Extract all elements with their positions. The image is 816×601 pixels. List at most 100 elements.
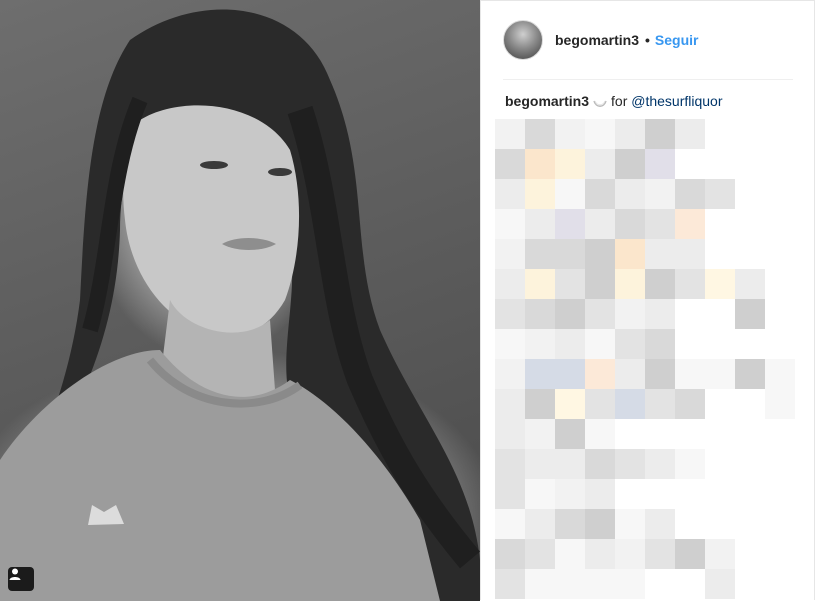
mosaic-tile	[495, 299, 525, 329]
mosaic-tile	[675, 179, 705, 209]
mosaic-tile	[645, 269, 675, 299]
mosaic-tile	[585, 479, 615, 509]
mosaic-tile	[585, 209, 615, 239]
mosaic-tile	[645, 239, 675, 269]
mosaic-tile	[765, 389, 795, 419]
mosaic-tile	[675, 359, 705, 389]
mosaic-tile	[645, 449, 675, 479]
mosaic-tile	[495, 269, 525, 299]
post-header: begomartin3 • Seguir	[503, 19, 793, 61]
mosaic-tile	[495, 509, 525, 539]
mosaic-tile	[645, 119, 675, 149]
mosaic-tile	[555, 419, 585, 449]
mosaic-tile	[705, 569, 735, 599]
mosaic-tile	[555, 269, 585, 299]
mosaic-tile	[555, 119, 585, 149]
post-photo[interactable]	[0, 0, 480, 601]
mosaic-tile	[555, 179, 585, 209]
mosaic-tile	[615, 149, 645, 179]
mosaic-tile	[585, 299, 615, 329]
mosaic-tile	[525, 449, 555, 479]
mosaic-tile	[495, 119, 525, 149]
mosaic-tile	[615, 209, 645, 239]
caption: begomartin3 for @thesurfliquor	[505, 93, 723, 109]
mosaic-tile	[555, 209, 585, 239]
mosaic-tile	[525, 569, 555, 599]
mosaic-tile	[645, 329, 675, 359]
mosaic-tile	[615, 299, 645, 329]
mosaic-tile	[675, 539, 705, 569]
mosaic-tile	[495, 239, 525, 269]
mosaic-tile	[585, 329, 615, 359]
mosaic-tile	[495, 569, 525, 599]
mosaic-tile	[555, 509, 585, 539]
caption-username-link[interactable]: begomartin3	[505, 93, 589, 109]
pixelated-comments-area	[495, 119, 815, 601]
mosaic-tile	[585, 569, 615, 599]
mosaic-tile	[705, 539, 735, 569]
follow-button[interactable]: Seguir	[655, 32, 699, 48]
mosaic-tile	[735, 269, 765, 299]
mosaic-tile	[555, 239, 585, 269]
post-sidebar: begomartin3 • Seguir begomartin3 for @the…	[480, 0, 815, 600]
mosaic-tile	[525, 329, 555, 359]
mosaic-tile	[585, 359, 615, 389]
mosaic-tile	[675, 119, 705, 149]
mosaic-tile	[495, 479, 525, 509]
mosaic-tile	[675, 239, 705, 269]
mosaic-tile	[615, 389, 645, 419]
avatar[interactable]	[503, 20, 543, 60]
mosaic-tile	[585, 509, 615, 539]
mosaic-tile	[495, 359, 525, 389]
mosaic-tile	[615, 509, 645, 539]
mosaic-tile	[645, 509, 675, 539]
mosaic-tile	[525, 509, 555, 539]
mosaic-tile	[495, 419, 525, 449]
mosaic-tile	[705, 179, 735, 209]
mosaic-tile	[585, 239, 615, 269]
mosaic-tile	[525, 479, 555, 509]
mosaic-tile	[525, 419, 555, 449]
mosaic-tile	[585, 179, 615, 209]
mosaic-tile	[555, 479, 585, 509]
mosaic-tile	[615, 269, 645, 299]
mention-link[interactable]: @thesurfliquor	[631, 93, 722, 109]
mosaic-tile	[525, 119, 555, 149]
mosaic-tile	[705, 359, 735, 389]
mosaic-tile	[495, 209, 525, 239]
mosaic-tile	[555, 449, 585, 479]
mosaic-tile	[525, 269, 555, 299]
mosaic-tile	[525, 239, 555, 269]
mosaic-tile	[735, 299, 765, 329]
moon-emoji-icon	[593, 96, 607, 108]
mosaic-tile	[585, 389, 615, 419]
mosaic-tile	[525, 389, 555, 419]
username-link[interactable]: begomartin3	[555, 32, 639, 48]
separator-dot: •	[645, 32, 650, 48]
mosaic-tile	[675, 269, 705, 299]
mosaic-tile	[615, 359, 645, 389]
person-tag-icon[interactable]	[8, 567, 34, 591]
mosaic-tile	[675, 389, 705, 419]
mosaic-tile	[645, 149, 675, 179]
mosaic-tile	[555, 389, 585, 419]
mosaic-tile	[555, 299, 585, 329]
mosaic-tile	[585, 539, 615, 569]
mosaic-tile	[555, 149, 585, 179]
mosaic-tile	[495, 449, 525, 479]
mosaic-tile	[525, 359, 555, 389]
mosaic-tile	[615, 179, 645, 209]
mosaic-tile	[705, 269, 735, 299]
mosaic-tile	[585, 419, 615, 449]
mosaic-tile	[645, 359, 675, 389]
mosaic-tile	[495, 329, 525, 359]
mosaic-tile	[495, 389, 525, 419]
header-divider	[503, 79, 793, 80]
mosaic-tile	[645, 179, 675, 209]
mosaic-tile	[525, 149, 555, 179]
mosaic-tile	[495, 149, 525, 179]
mosaic-tile	[615, 119, 645, 149]
mosaic-tile	[645, 299, 675, 329]
mosaic-tile	[525, 299, 555, 329]
mosaic-tile	[525, 539, 555, 569]
